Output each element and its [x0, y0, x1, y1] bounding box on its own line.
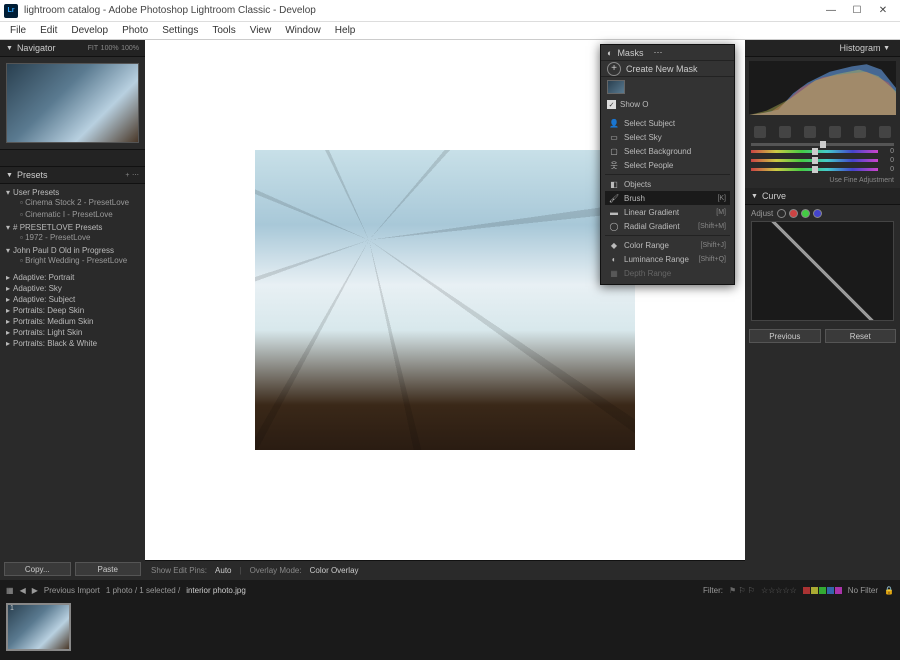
mask-select-sky[interactable]: ▭Select Sky	[605, 130, 730, 144]
mask-tool-icon[interactable]	[804, 126, 816, 138]
curve-channel-all[interactable]	[777, 209, 786, 218]
preset-item[interactable]: ▸ Portraits: Deep Skin	[6, 306, 139, 315]
curve-adjust-label: Adjust	[751, 209, 773, 218]
gradient-tool-icon[interactable]	[854, 126, 866, 138]
masks-panel: ◐ Masks ⋯ + Create New Mask ✓ Show O 👤Se…	[600, 44, 735, 285]
crop-tool-icon[interactable]	[754, 126, 766, 138]
tone-curve[interactable]	[751, 221, 894, 321]
curve-channel-green[interactable]	[801, 209, 810, 218]
preset-item[interactable]: ▫ Bright Wedding - PresetLove	[6, 255, 139, 267]
heal-tool-icon[interactable]	[779, 126, 791, 138]
histogram-body	[745, 57, 900, 119]
window-title: lightroom catalog - Adobe Photoshop Ligh…	[24, 5, 316, 16]
menubar: File Edit Develop Photo Settings Tools V…	[0, 22, 900, 40]
preset-item[interactable]: ▸ Portraits: Light Skin	[6, 328, 139, 337]
navigator-header[interactable]: ▼ Navigator FIT 100% 100%	[0, 40, 145, 57]
maximize-button[interactable]: ☐	[844, 1, 870, 21]
menu-photo[interactable]: Photo	[116, 25, 154, 36]
reset-button[interactable]: Reset	[825, 329, 897, 343]
mask-linear-gradient[interactable]: ▬Linear Gradient[M]	[605, 205, 730, 219]
menu-settings[interactable]: Settings	[156, 25, 204, 36]
mask-select-background[interactable]: ▢Select Background	[605, 144, 730, 158]
menu-file[interactable]: File	[4, 25, 32, 36]
close-button[interactable]: ✕	[870, 1, 896, 21]
minimize-button[interactable]: —	[818, 1, 844, 21]
color-labels[interactable]	[803, 587, 842, 594]
previous-button[interactable]: Previous	[749, 329, 821, 343]
filmstrip-thumb[interactable]: 1	[6, 603, 71, 651]
menu-develop[interactable]: Develop	[65, 25, 114, 36]
hue-slider[interactable]	[751, 150, 878, 153]
curve-header[interactable]: ▼Curve	[745, 188, 900, 205]
preset-item[interactable]: ▸ Adaptive: Portrait	[6, 273, 139, 282]
presets-header[interactable]: ▼ Presets + ⋯	[0, 167, 145, 184]
preset-item[interactable]: ▸ Adaptive: Subject	[6, 295, 139, 304]
copy-button[interactable]: Copy...	[4, 562, 71, 576]
app-icon: Lr	[4, 4, 18, 18]
redeye-tool-icon[interactable]	[829, 126, 841, 138]
filter-label: Filter:	[703, 586, 723, 595]
show-edit-pins-value[interactable]: Auto	[215, 566, 231, 575]
filmstrip[interactable]: 1	[0, 600, 900, 660]
brush-tool-icon[interactable]	[879, 126, 891, 138]
curve-channel-blue[interactable]	[813, 209, 822, 218]
mask-depth-range: ▦Depth Range	[605, 266, 730, 280]
mask-thumb[interactable]	[607, 80, 625, 94]
presets-body: ▾ User Presets ▫ Cinema Stock 2 - Preset…	[0, 184, 145, 558]
mask-color-range[interactable]: ◆Color Range[Shift+J]	[605, 238, 730, 252]
preset-item[interactable]: ▫ Cinema Stock 2 - PresetLove	[6, 197, 139, 209]
mask-objects[interactable]: ◧Objects	[605, 177, 730, 191]
masks-title: Masks	[617, 48, 643, 58]
mask-select-people[interactable]: 웃Select People	[605, 158, 730, 172]
tool-strip	[751, 123, 894, 141]
preset-item[interactable]: ▸ Portraits: Black & White	[6, 339, 139, 348]
menu-window[interactable]: Window	[279, 25, 327, 36]
show-edit-pins-label: Show Edit Pins:	[151, 566, 207, 575]
show-overlay-checkbox[interactable]: ✓	[607, 100, 616, 109]
navigator-thumbnail[interactable]	[0, 57, 145, 149]
mask-luminance-range[interactable]: ◐Luminance Range[Shift+Q]	[605, 252, 730, 266]
preset-item[interactable]: ▸ Portraits: Medium Skin	[6, 317, 139, 326]
mask-icon: ◐	[607, 48, 612, 58]
menu-edit[interactable]: Edit	[34, 25, 63, 36]
paste-button[interactable]: Paste	[75, 562, 142, 576]
create-mask-icon[interactable]: +	[607, 62, 621, 76]
menu-help[interactable]: Help	[329, 25, 362, 36]
histogram-header[interactable]: Histogram ▼	[745, 40, 900, 57]
nav-back-icon[interactable]: ◀	[20, 586, 26, 595]
preset-item[interactable]: ▫ 1972 - PresetLove	[6, 232, 139, 244]
preset-item[interactable]: ▫ Cinematic I - PresetLove	[6, 209, 139, 221]
preset-group[interactable]: ▾ John Paul D Old in Progress	[6, 246, 139, 255]
filter-preset[interactable]: No Filter	[848, 586, 878, 595]
menu-tools[interactable]: Tools	[206, 25, 241, 36]
prev-import-label[interactable]: Previous Import	[44, 586, 100, 595]
nav-fwd-icon[interactable]: ▶	[32, 586, 38, 595]
show-overlay-label: Show O	[620, 100, 648, 109]
slider[interactable]	[751, 143, 894, 146]
photo	[255, 150, 635, 450]
masks-menu-icon[interactable]: ⋯	[653, 47, 662, 58]
selection-count: 1 photo / 1 selected /	[106, 586, 180, 595]
preset-group[interactable]: ▾ # PRESETLOVE Presets	[6, 223, 139, 232]
preset-item[interactable]: ▸ Adaptive: Sky	[6, 284, 139, 293]
curve-channel-red[interactable]	[789, 209, 798, 218]
rating-filter[interactable]: ☆☆☆☆☆	[761, 586, 797, 595]
hue-slider[interactable]	[751, 168, 878, 171]
hue-slider[interactable]	[751, 159, 878, 162]
menu-view[interactable]: View	[244, 25, 278, 36]
create-mask-label[interactable]: Create New Mask	[626, 64, 698, 74]
filename: interior photo.jpg	[186, 586, 246, 595]
grid-icon[interactable]: ▦	[6, 586, 14, 595]
flag-filters[interactable]: ⚑ ⚐ ⚐	[729, 586, 755, 595]
develop-toolbar: Show Edit Pins: Auto | Overlay Mode: Col…	[145, 560, 745, 580]
overlay-mode-label: Overlay Mode:	[250, 566, 302, 575]
preset-group[interactable]: ▾ User Presets	[6, 188, 139, 197]
mask-radial-gradient[interactable]: ◯Radial Gradient[Shift+M]	[605, 219, 730, 233]
mask-brush[interactable]: 🖌Brush[K]	[605, 191, 730, 205]
mask-select-subject[interactable]: 👤Select Subject	[605, 116, 730, 130]
filter-lock-icon[interactable]: 🔒	[884, 586, 894, 595]
fine-adjust-toggle[interactable]: Use Fine Adjustment	[751, 175, 894, 184]
overlay-mode-value[interactable]: Color Overlay	[310, 566, 359, 575]
filmstrip-header: ▦ ◀ ▶ Previous Import 1 photo / 1 select…	[0, 580, 900, 600]
